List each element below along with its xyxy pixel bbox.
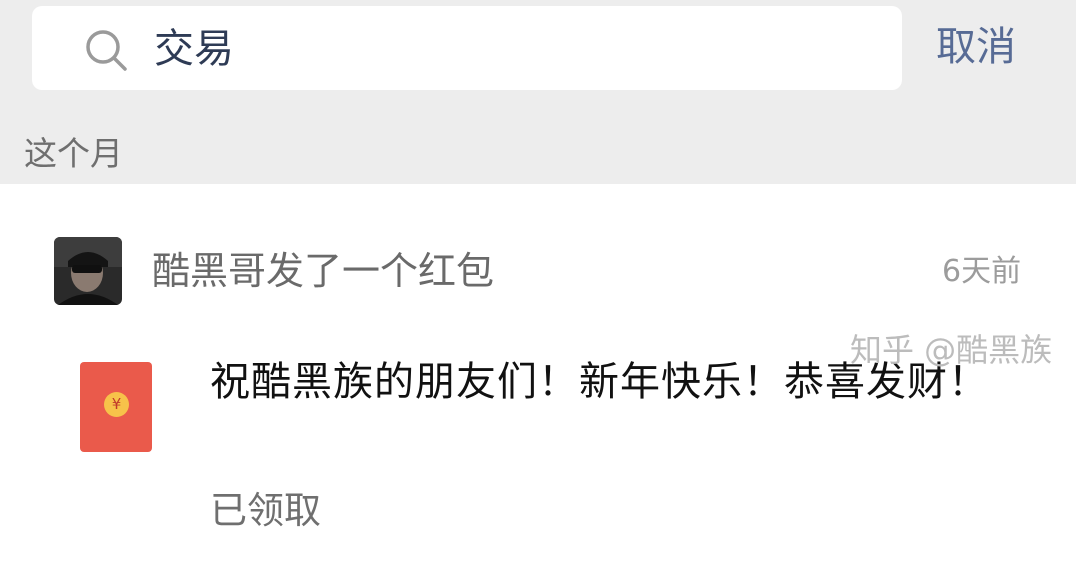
status-label: 已领取: [210, 489, 321, 532]
watermark: 知乎 @酷黑族: [850, 331, 1053, 369]
search-icon: [86, 30, 127, 71]
cancel-button[interactable]: 取消: [936, 22, 1016, 72]
section-header: 这个月: [24, 134, 123, 173]
avatar: [54, 237, 122, 305]
search-input[interactable]: 交易: [154, 24, 234, 74]
search-result-item[interactable]: 酷黑哥发了一个红包 6天前 ¥ 祝酷黑族的朋友们！新年快乐！恭喜发财！ 已领取: [0, 184, 1076, 578]
sender-line: 酷黑哥发了一个红包: [152, 249, 495, 293]
coin-icon: ¥: [104, 392, 129, 417]
red-packet-icon: ¥: [80, 362, 152, 452]
search-bar[interactable]: 交易: [32, 6, 902, 90]
timestamp: 6天前: [942, 254, 1022, 289]
